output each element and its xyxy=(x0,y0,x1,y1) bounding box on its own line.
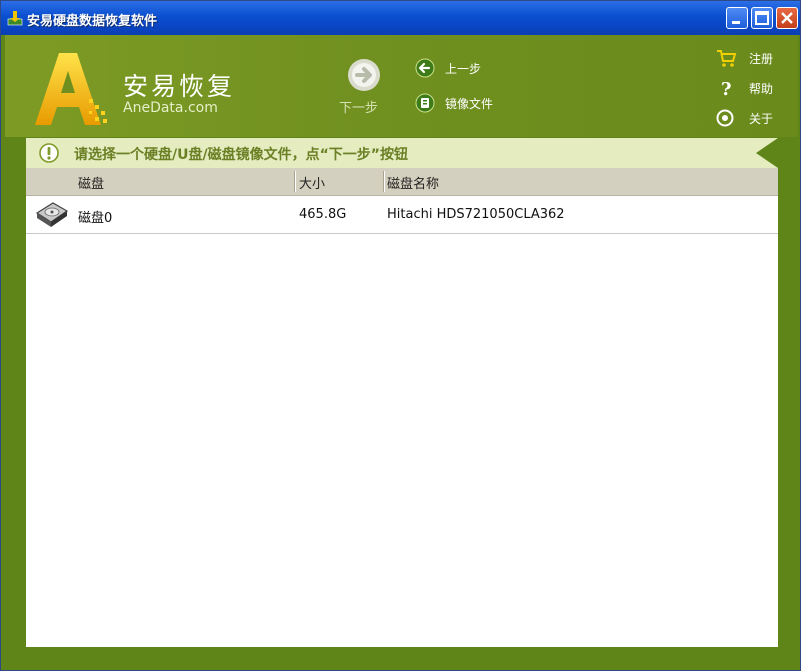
disk-image-icon xyxy=(415,93,435,113)
minimize-button[interactable] xyxy=(726,7,748,29)
title-bar[interactable]: 安易硬盘数据恢复软件 xyxy=(1,1,800,35)
svg-text:?: ? xyxy=(721,79,732,98)
table-row[interactable]: 磁盘0 465.8G Hitachi HDS721050CLA362 xyxy=(26,196,778,234)
disk-cell: 磁盘0 xyxy=(78,211,113,226)
arrow-left-circle-icon xyxy=(415,58,435,78)
app-window: 安易硬盘数据恢复软件 安易恢复 AneData.com 下一步 上一步 镜像文件… xyxy=(0,0,801,671)
brand-name: 安易恢复 xyxy=(123,72,236,101)
hint-arrow-shape xyxy=(756,138,778,168)
help-label: 帮助 xyxy=(749,81,774,96)
register-label: 注册 xyxy=(749,51,774,66)
minimize-icon xyxy=(732,21,740,24)
logo-a-icon xyxy=(35,53,107,125)
about-label: 关于 xyxy=(749,111,774,126)
hard-disk-icon xyxy=(35,202,69,227)
column-header-disk[interactable]: 磁盘 xyxy=(78,173,104,192)
info-circle-icon xyxy=(716,109,734,127)
prev-step-label: 上一步 xyxy=(445,61,482,76)
about-button[interactable]: 关于 xyxy=(715,108,773,128)
column-divider[interactable] xyxy=(383,171,385,192)
close-button[interactable] xyxy=(776,7,798,29)
disk-table[interactable]: 磁盘 大小 磁盘名称 磁盘0 465.8G Hitachi HDS721050C… xyxy=(26,168,778,647)
help-button[interactable]: ? 帮助 xyxy=(715,78,773,98)
brand-site: AneData.com xyxy=(123,100,218,116)
column-divider[interactable] xyxy=(294,171,296,192)
image-file-button[interactable]: 镜像文件 xyxy=(415,93,493,113)
close-icon xyxy=(781,12,793,24)
column-header-disk-name[interactable]: 磁盘名称 xyxy=(387,173,439,192)
next-step-button[interactable]: 下一步 xyxy=(339,97,378,116)
disk-name-cell: Hitachi HDS721050CLA362 xyxy=(387,207,565,222)
question-icon: ? xyxy=(721,79,732,98)
size-cell: 465.8G xyxy=(299,207,347,222)
arrow-right-circle-icon[interactable] xyxy=(347,58,381,92)
table-header: 磁盘 大小 磁盘名称 xyxy=(26,168,778,196)
register-button[interactable]: 注册 xyxy=(715,48,773,68)
maximize-button[interactable] xyxy=(751,7,773,29)
exclamation-circle-icon xyxy=(39,143,59,163)
app-icon xyxy=(7,11,23,26)
hint-text: 请选择一个硬盘/U盘/磁盘镜像文件，点“下一步”按钮 xyxy=(74,147,408,163)
column-header-size[interactable]: 大小 xyxy=(299,173,325,192)
image-file-label: 镜像文件 xyxy=(445,96,494,111)
prev-step-button[interactable]: 上一步 xyxy=(415,58,481,78)
window-title: 安易硬盘数据恢复软件 xyxy=(27,14,158,29)
cart-icon xyxy=(717,50,737,67)
maximize-icon xyxy=(755,11,769,25)
